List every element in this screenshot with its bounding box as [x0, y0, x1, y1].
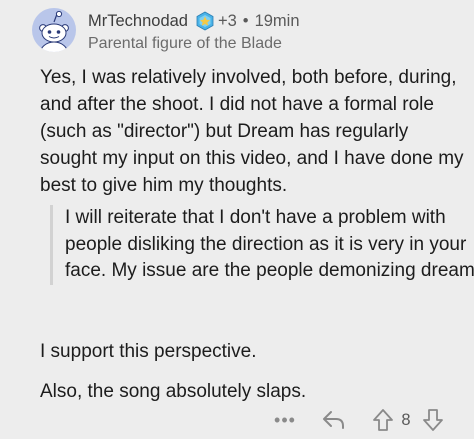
reply-button[interactable] — [320, 406, 348, 434]
user-flair: Parental figure of the Blade — [88, 35, 282, 52]
comment-paragraph-3: Also, the song absolutely slaps. — [40, 381, 307, 402]
vote-count: 8 — [401, 410, 411, 429]
comment-paragraph-1: Yes, I was relatively involved, both bef… — [40, 67, 464, 196]
timestamp: 19min — [254, 12, 300, 30]
comment-meta: MrTechnodad +3 • 19min Parental figure o… — [88, 11, 458, 54]
comment: MrTechnodad +3 • 19min Parental figure o… — [0, 0, 474, 439]
block-quote: I will reiterate that I don't have a pro… — [50, 205, 474, 285]
more-options-button[interactable]: ••• — [270, 408, 300, 432]
comment-header: MrTechnodad +3 • 19min Parental figure o… — [32, 6, 462, 56]
username[interactable]: MrTechnodad — [88, 11, 188, 31]
reddit-snoo-icon — [39, 10, 69, 52]
meta-line: MrTechnodad +3 • 19min — [88, 11, 458, 31]
upvote-button[interactable] — [370, 406, 396, 434]
comment-paragraph-2: I support this perspective. — [40, 341, 257, 362]
downvote-icon — [423, 409, 443, 431]
avatar[interactable] — [32, 8, 76, 52]
award-icon[interactable] — [195, 11, 215, 31]
comment-actions: ••• 8 — [270, 404, 470, 436]
award-count: +3 — [217, 12, 237, 30]
upvote-icon — [373, 409, 393, 431]
downvote-button[interactable] — [420, 406, 446, 434]
reply-icon — [323, 411, 344, 429]
separator-dot: • — [242, 12, 249, 30]
